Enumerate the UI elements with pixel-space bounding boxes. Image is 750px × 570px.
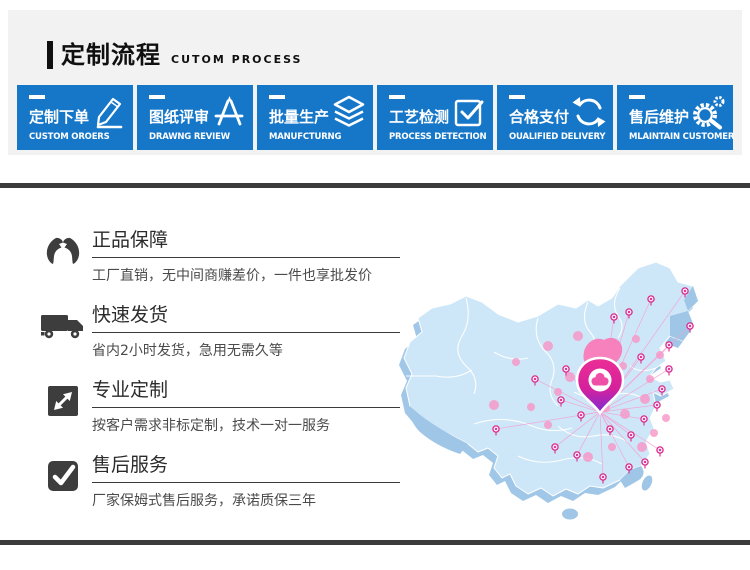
divider-top: [0, 183, 750, 188]
feature-title: 售后服务: [92, 450, 400, 483]
step-dash: [389, 95, 405, 99]
drafting-tools-icon: [211, 94, 247, 130]
step-title: 图纸评审: [149, 106, 209, 127]
checkmark-icon: [40, 456, 86, 496]
feature-title: 正品保障: [92, 225, 400, 258]
custom-process-panel: 定制流程 CUTOM PROCESS 定制下单 CUSTOM OROERS 图纸…: [8, 10, 742, 155]
feature-description: 省内2小时发货，急用无需久等: [92, 340, 400, 360]
divider-bottom: [0, 540, 750, 545]
step-dash: [629, 95, 645, 99]
resize-arrow-icon: [40, 381, 86, 421]
process-steps-row: 定制下单 CUSTOM OROERS 图纸评审 DRAWNG REVIEW 批量…: [17, 85, 733, 150]
feature-title: 专业定制: [92, 375, 400, 408]
truck-icon: [40, 306, 86, 346]
section-title: 定制流程: [61, 41, 161, 69]
step-subtitle: DRAWNG REVIEW: [149, 132, 230, 142]
feature-title: 快速发货: [92, 300, 400, 333]
step-dash: [149, 95, 165, 99]
section-header: 定制流程 CUTOM PROCESS: [47, 41, 302, 69]
step-title: 工艺检测: [389, 106, 449, 127]
refresh-arrows-icon: [571, 94, 607, 130]
header-accent-bar: [47, 41, 53, 69]
open-hands-icon: [40, 231, 86, 271]
china-map: [398, 256, 748, 528]
check-square-icon: [451, 94, 487, 130]
process-step-qualified-delivery: 合格支付 OUALIFIED DELIVERY: [497, 85, 613, 150]
feature-description: 工厂直销，无中间商赚差价，一件也享批发价: [92, 265, 400, 285]
feature-fast-shipping: 快速发货 省内2小时发货，急用无需久等: [40, 300, 402, 375]
step-dash: [29, 95, 45, 99]
step-subtitle: MANUFCTURNG: [269, 132, 341, 142]
step-subtitle: PROCESS DETECTION: [389, 132, 486, 142]
section-subtitle: CUTOM PROCESS: [171, 53, 302, 69]
feature-after-sales-service: 售后服务 厂家保姆式售后服务，承诺质保三年: [40, 450, 402, 525]
process-step-manufacturing: 批量生产 MANUFCTURNG: [257, 85, 373, 150]
process-step-after-sales-maintain: 售后维护 MLAINTAIN CUSTOMER: [617, 85, 733, 150]
step-dash: [269, 95, 285, 99]
feature-genuine-guarantee: 正品保障 工厂直销，无中间商赚差价，一件也享批发价: [40, 225, 402, 300]
step-subtitle: CUSTOM OROERS: [29, 132, 110, 142]
layers-icon: [331, 94, 367, 130]
process-step-drawing-review: 图纸评审 DRAWNG REVIEW: [137, 85, 253, 150]
feature-professional-customization: 专业定制 按客户需求非标定制，技术一对一服务: [40, 375, 402, 450]
step-dash: [509, 95, 525, 99]
process-step-process-detection: 工艺检测 PROCESS DETECTION: [377, 85, 493, 150]
feature-list: 正品保障 工厂直销，无中间商赚差价，一件也享批发价 快速发货 省内2小时发货，急…: [40, 225, 402, 525]
step-subtitle: MLAINTAIN CUSTOMER: [629, 132, 734, 142]
step-subtitle: OUALIFIED DELIVERY: [509, 132, 605, 142]
gear-search-icon: [691, 94, 727, 130]
step-title: 批量生产: [269, 106, 329, 127]
pencil-icon: [91, 94, 127, 130]
step-title: 售后维护: [629, 106, 689, 127]
step-title: 合格支付: [509, 106, 569, 127]
step-title: 定制下单: [29, 106, 89, 127]
feature-description: 厂家保姆式售后服务，承诺质保三年: [92, 490, 400, 510]
process-step-custom-order: 定制下单 CUSTOM OROERS: [17, 85, 133, 150]
feature-description: 按客户需求非标定制，技术一对一服务: [92, 415, 400, 435]
